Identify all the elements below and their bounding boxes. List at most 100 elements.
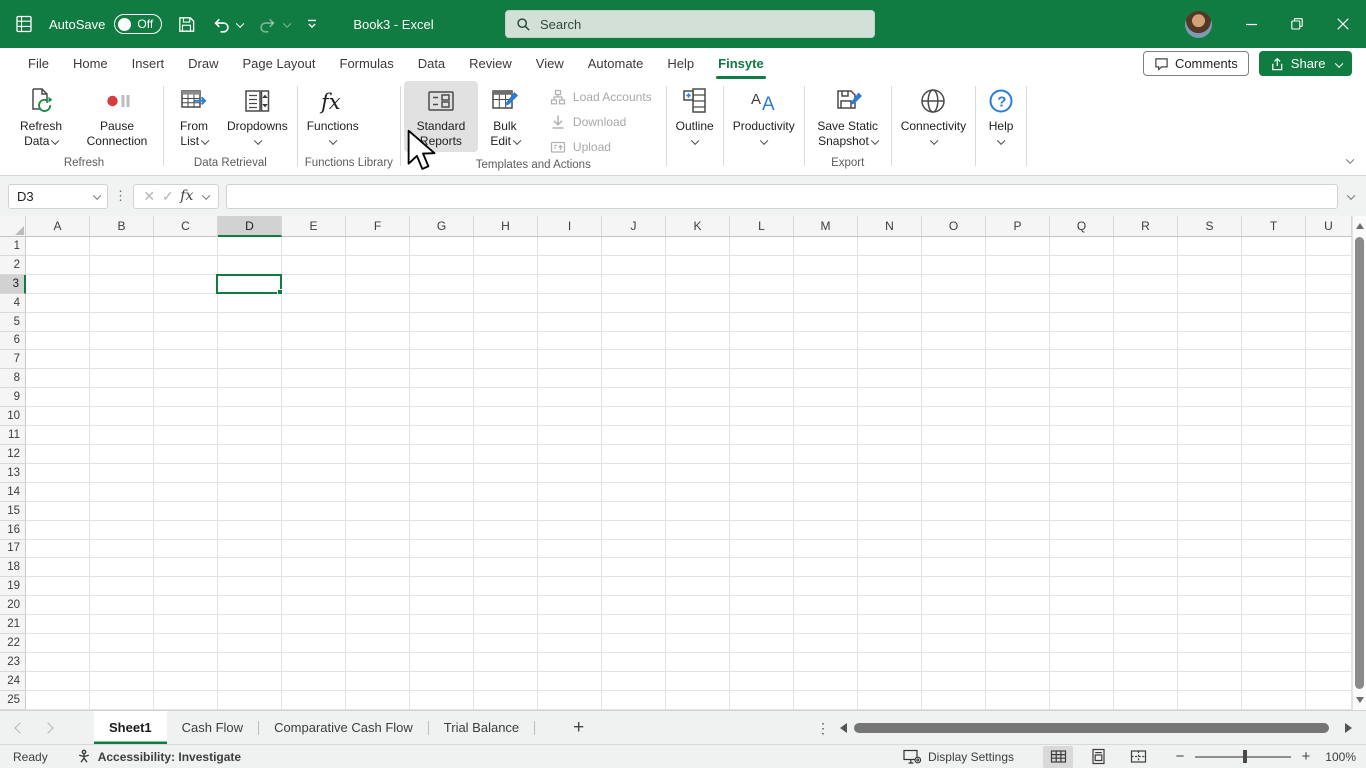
cell-R23[interactable] bbox=[1114, 652, 1178, 672]
cell-P11[interactable] bbox=[986, 426, 1050, 445]
cell-Q5[interactable] bbox=[1050, 312, 1114, 332]
cell-L4[interactable] bbox=[730, 293, 794, 313]
cell-K16[interactable] bbox=[666, 520, 730, 540]
cell-N5[interactable] bbox=[858, 312, 922, 332]
cell-D10[interactable] bbox=[218, 407, 282, 427]
cell-N11[interactable] bbox=[858, 426, 922, 445]
cell-U21[interactable] bbox=[1306, 615, 1352, 635]
cell-N25[interactable] bbox=[858, 690, 922, 710]
cell-Q1[interactable] bbox=[1050, 237, 1114, 256]
cell-L1[interactable] bbox=[730, 237, 794, 256]
cell-D12[interactable] bbox=[218, 444, 282, 464]
cell-F8[interactable] bbox=[346, 369, 410, 389]
cell-O20[interactable] bbox=[922, 596, 986, 616]
cell-R17[interactable] bbox=[1114, 539, 1178, 559]
cell-K8[interactable] bbox=[666, 369, 730, 389]
cell-Q2[interactable] bbox=[1050, 255, 1114, 275]
cell-K6[interactable] bbox=[666, 331, 730, 351]
cell-C4[interactable] bbox=[154, 293, 218, 313]
cell-P16[interactable] bbox=[986, 520, 1050, 540]
cell-A15[interactable] bbox=[26, 501, 90, 521]
refresh-data-button[interactable]: Refresh Data bbox=[8, 81, 74, 152]
cell-D13[interactable] bbox=[218, 463, 282, 483]
cell-P7[interactable] bbox=[986, 350, 1050, 370]
cell-C20[interactable] bbox=[154, 596, 218, 616]
cell-H8[interactable] bbox=[474, 369, 538, 389]
cell-T4[interactable] bbox=[1242, 293, 1306, 313]
bulk-edit-button[interactable]: Bulk Edit bbox=[478, 81, 532, 152]
cell-B5[interactable] bbox=[90, 312, 154, 332]
cell-I3[interactable] bbox=[538, 274, 602, 294]
cell-D22[interactable] bbox=[218, 634, 282, 653]
cell-T14[interactable] bbox=[1242, 482, 1306, 502]
cell-U17[interactable] bbox=[1306, 539, 1352, 559]
cell-L22[interactable] bbox=[730, 634, 794, 653]
cell-F17[interactable] bbox=[346, 539, 410, 559]
cell-T18[interactable] bbox=[1242, 558, 1306, 578]
sheet-tab-comparative-cash-flow[interactable]: Comparative Cash Flow bbox=[259, 711, 428, 744]
cell-K7[interactable] bbox=[666, 350, 730, 370]
cell-C16[interactable] bbox=[154, 520, 218, 540]
cell-C17[interactable] bbox=[154, 539, 218, 559]
horizontal-scrollbar-track[interactable] bbox=[852, 722, 1340, 734]
cell-R19[interactable] bbox=[1114, 577, 1178, 597]
row-header-4[interactable]: 4 bbox=[0, 293, 26, 313]
cell-O14[interactable] bbox=[922, 482, 986, 502]
cell-E3[interactable] bbox=[282, 274, 346, 294]
cell-C12[interactable] bbox=[154, 444, 218, 464]
cell-T13[interactable] bbox=[1242, 463, 1306, 483]
cell-N10[interactable] bbox=[858, 407, 922, 427]
cell-C21[interactable] bbox=[154, 615, 218, 635]
cell-S16[interactable] bbox=[1178, 520, 1242, 540]
cell-S8[interactable] bbox=[1178, 369, 1242, 389]
cell-A4[interactable] bbox=[26, 293, 90, 313]
cell-I14[interactable] bbox=[538, 482, 602, 502]
column-header-M[interactable]: M bbox=[794, 216, 858, 237]
cell-P10[interactable] bbox=[986, 407, 1050, 427]
page-break-view-button[interactable] bbox=[1123, 746, 1153, 768]
cell-P2[interactable] bbox=[986, 255, 1050, 275]
cell-T10[interactable] bbox=[1242, 407, 1306, 427]
cell-L5[interactable] bbox=[730, 312, 794, 332]
cell-G17[interactable] bbox=[410, 539, 474, 559]
cell-G11[interactable] bbox=[410, 426, 474, 445]
cell-A24[interactable] bbox=[26, 671, 90, 691]
column-header-O[interactable]: O bbox=[922, 216, 986, 237]
cell-E13[interactable] bbox=[282, 463, 346, 483]
cell-S3[interactable] bbox=[1178, 274, 1242, 294]
restore-button[interactable] bbox=[1274, 0, 1320, 48]
cell-Q25[interactable] bbox=[1050, 690, 1114, 710]
cell-J2[interactable] bbox=[602, 255, 666, 275]
cell-I18[interactable] bbox=[538, 558, 602, 578]
column-header-P[interactable]: P bbox=[986, 216, 1050, 237]
cell-T21[interactable] bbox=[1242, 615, 1306, 635]
cell-C19[interactable] bbox=[154, 577, 218, 597]
cell-B19[interactable] bbox=[90, 577, 154, 597]
fill-handle[interactable] bbox=[277, 289, 283, 295]
cell-F12[interactable] bbox=[346, 444, 410, 464]
cell-N23[interactable] bbox=[858, 652, 922, 672]
cell-D9[interactable] bbox=[218, 388, 282, 408]
cell-H20[interactable] bbox=[474, 596, 538, 616]
cell-A25[interactable] bbox=[26, 690, 90, 710]
cell-T15[interactable] bbox=[1242, 501, 1306, 521]
cell-S19[interactable] bbox=[1178, 577, 1242, 597]
cell-S5[interactable] bbox=[1178, 312, 1242, 332]
cell-N19[interactable] bbox=[858, 577, 922, 597]
cell-Q9[interactable] bbox=[1050, 388, 1114, 408]
cell-N1[interactable] bbox=[858, 237, 922, 256]
cell-P8[interactable] bbox=[986, 369, 1050, 389]
cell-H14[interactable] bbox=[474, 482, 538, 502]
cell-C8[interactable] bbox=[154, 369, 218, 389]
horizontal-scrollbar-thumb[interactable] bbox=[854, 723, 1329, 733]
cell-T17[interactable] bbox=[1242, 539, 1306, 559]
cell-L6[interactable] bbox=[730, 331, 794, 351]
zoom-out-button[interactable]: − bbox=[1174, 748, 1186, 765]
cell-F25[interactable] bbox=[346, 690, 410, 710]
cell-M25[interactable] bbox=[794, 690, 858, 710]
cell-O2[interactable] bbox=[922, 255, 986, 275]
quick-access-icon[interactable] bbox=[304, 16, 320, 32]
cell-L15[interactable] bbox=[730, 501, 794, 521]
cell-K10[interactable] bbox=[666, 407, 730, 427]
cell-Q12[interactable] bbox=[1050, 444, 1114, 464]
